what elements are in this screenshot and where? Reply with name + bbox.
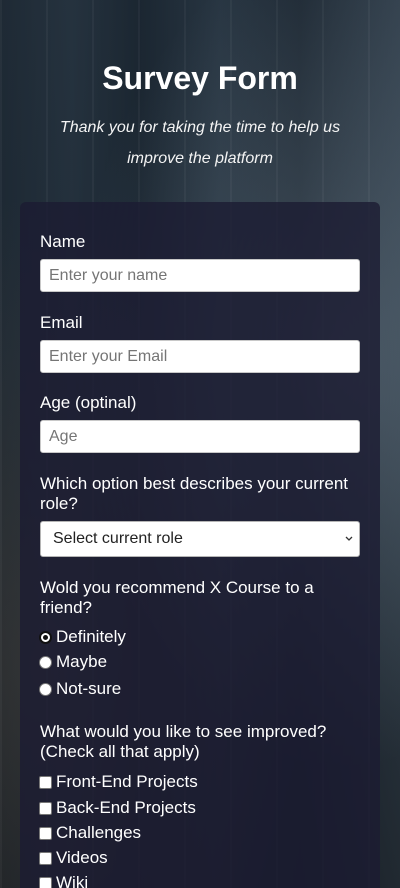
checkbox[interactable] xyxy=(39,876,52,888)
role-label: Which option best describes your current… xyxy=(40,474,349,513)
radio-option-maybe[interactable]: Maybe xyxy=(39,652,107,672)
checkbox[interactable] xyxy=(39,801,52,815)
radio-option-definitely[interactable]: Definitely xyxy=(39,627,126,647)
recommend-label: Wold you recommend X Course to a friend? xyxy=(40,578,314,617)
name-label: Name xyxy=(40,232,86,251)
checkbox-option-videos[interactable]: Videos xyxy=(39,848,108,868)
checkbox-option-label: Videos xyxy=(56,848,108,867)
checkbox-option-label: Wiki xyxy=(56,873,89,888)
radio-option-not-sure[interactable]: Not-sure xyxy=(39,679,121,699)
page-description: Thank you for taking the time to help us… xyxy=(59,119,341,167)
radio-option-label: Maybe xyxy=(56,652,108,671)
checkbox[interactable] xyxy=(39,775,52,789)
checkbox-option-back-end[interactable]: Back-End Projects xyxy=(39,798,196,818)
checkbox-option-challenges[interactable]: Challenges xyxy=(39,823,141,843)
checkbox[interactable] xyxy=(39,851,52,865)
chevron-down-icon xyxy=(345,536,353,541)
checkbox-option-front-end[interactable]: Front-End Projects xyxy=(39,772,198,792)
email-label: Email xyxy=(40,313,83,332)
checkbox-option-label: Back-End Projects xyxy=(56,798,196,817)
checkbox-option-label: Front-End Projects xyxy=(56,772,198,791)
name-input[interactable] xyxy=(40,259,360,292)
checkbox-option-wiki[interactable]: Wiki xyxy=(39,873,88,888)
radio-option-label: Definitely xyxy=(56,627,126,646)
radio-button[interactable] xyxy=(39,655,52,669)
page-title: Survey Form xyxy=(102,60,298,96)
checkbox[interactable] xyxy=(39,826,52,840)
email-input[interactable] xyxy=(40,340,360,373)
age-label: Age (optinal) xyxy=(40,393,137,412)
radio-option-label: Not-sure xyxy=(56,679,122,698)
page: Survey Form Thank you for taking the tim… xyxy=(0,0,400,888)
role-select[interactable]: Select current role xyxy=(40,521,360,557)
radio-button[interactable] xyxy=(39,682,52,696)
role-select-value: Select current role xyxy=(53,530,183,547)
checkbox-option-label: Challenges xyxy=(56,823,142,842)
radio-button[interactable] xyxy=(39,630,52,644)
age-input[interactable] xyxy=(40,420,360,453)
improve-label: What would you like to see improved? (Ch… xyxy=(40,722,327,761)
